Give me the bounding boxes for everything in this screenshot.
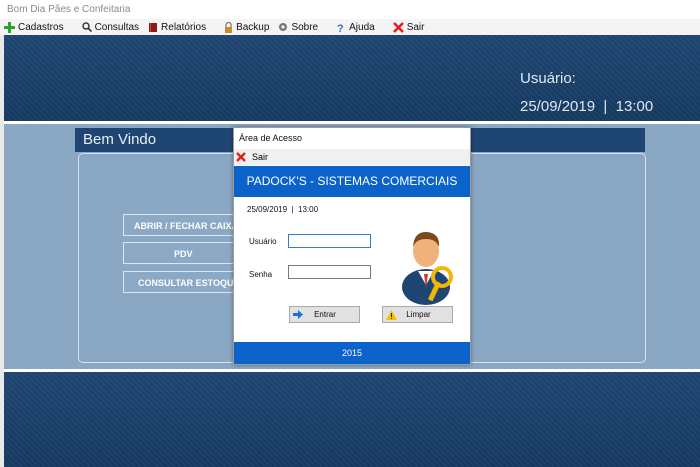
menu-cadastros[interactable]: Cadastros bbox=[0, 19, 69, 35]
clear-label: Limpar bbox=[406, 310, 431, 319]
dialog-close-label: Sair bbox=[252, 152, 269, 162]
red-x-icon bbox=[392, 21, 404, 33]
pdv-button[interactable]: PDV bbox=[123, 242, 235, 264]
check-stock-button[interactable]: CONSULTAR ESTOQUE bbox=[123, 271, 235, 293]
open-close-cashier-button[interactable]: ABRIR / FECHAR CAIXA bbox=[123, 214, 235, 236]
menu-relatorios[interactable]: Relatórios bbox=[144, 19, 211, 35]
brand-banner: PADOCK'S - SISTEMAS COMERCIAIS bbox=[234, 166, 470, 197]
user-key-icon bbox=[402, 231, 453, 305]
menu-backup[interactable]: Backup bbox=[220, 19, 274, 35]
menu-sair[interactable]: Sair bbox=[389, 19, 430, 35]
access-dialog: Área de Acesso Sair PADOCK'S - SISTEMAS … bbox=[233, 127, 471, 365]
dialog-title: Área de Acesso bbox=[239, 133, 303, 143]
usuario-field-label: Usuário bbox=[249, 237, 277, 246]
welcome-title: Bem Vindo bbox=[83, 131, 157, 148]
enter-button[interactable]: Entrar bbox=[289, 306, 360, 323]
senha-field-label: Senha bbox=[249, 270, 273, 279]
window-title: Bom Dia Pães e Confeitaria bbox=[0, 0, 700, 19]
menu-label: Sair bbox=[406, 21, 425, 33]
dialog-footer: 2015 bbox=[234, 342, 470, 364]
menu-label: Ajuda bbox=[349, 21, 375, 33]
menu-bar: Cadastros Consultas Relatórios Backup So… bbox=[0, 19, 700, 36]
senha-input[interactable] bbox=[288, 265, 371, 279]
help-icon: ? bbox=[337, 23, 344, 33]
clear-button[interactable]: Limpar bbox=[382, 306, 453, 323]
dialog-datetime: 25/09/2019 | 13:00 bbox=[247, 205, 319, 214]
dialog-toolbar: Sair bbox=[234, 149, 470, 165]
menu-label: Sobre bbox=[291, 21, 319, 33]
menu-label: Cadastros bbox=[18, 21, 64, 33]
menu-label: Relatórios bbox=[161, 21, 207, 33]
gear-icon bbox=[279, 23, 288, 31]
lock-icon bbox=[225, 21, 233, 33]
plus-icon bbox=[4, 21, 15, 33]
menu-consultas[interactable]: Consultas bbox=[78, 19, 144, 35]
header-datetime: 25/09/2019 | 13:00 bbox=[520, 98, 654, 115]
footer-band bbox=[4, 372, 700, 467]
usuario-label: Usuário: bbox=[520, 70, 576, 87]
menu-ajuda[interactable]: ? Ajuda bbox=[332, 19, 380, 35]
usuario-input[interactable] bbox=[288, 234, 371, 248]
warning-icon bbox=[386, 309, 397, 320]
red-x-icon bbox=[236, 152, 246, 162]
menu-label: Consultas bbox=[94, 21, 140, 33]
arrow-right-icon bbox=[293, 310, 303, 319]
menu-label: Backup bbox=[236, 21, 270, 33]
magnifier-icon bbox=[81, 22, 92, 32]
menu-sobre[interactable]: Sobre bbox=[274, 19, 323, 35]
dialog-close-button[interactable]: Sair bbox=[234, 152, 268, 162]
book-icon bbox=[149, 22, 158, 32]
enter-label: Entrar bbox=[314, 310, 336, 319]
svg-text:?: ? bbox=[337, 23, 344, 33]
